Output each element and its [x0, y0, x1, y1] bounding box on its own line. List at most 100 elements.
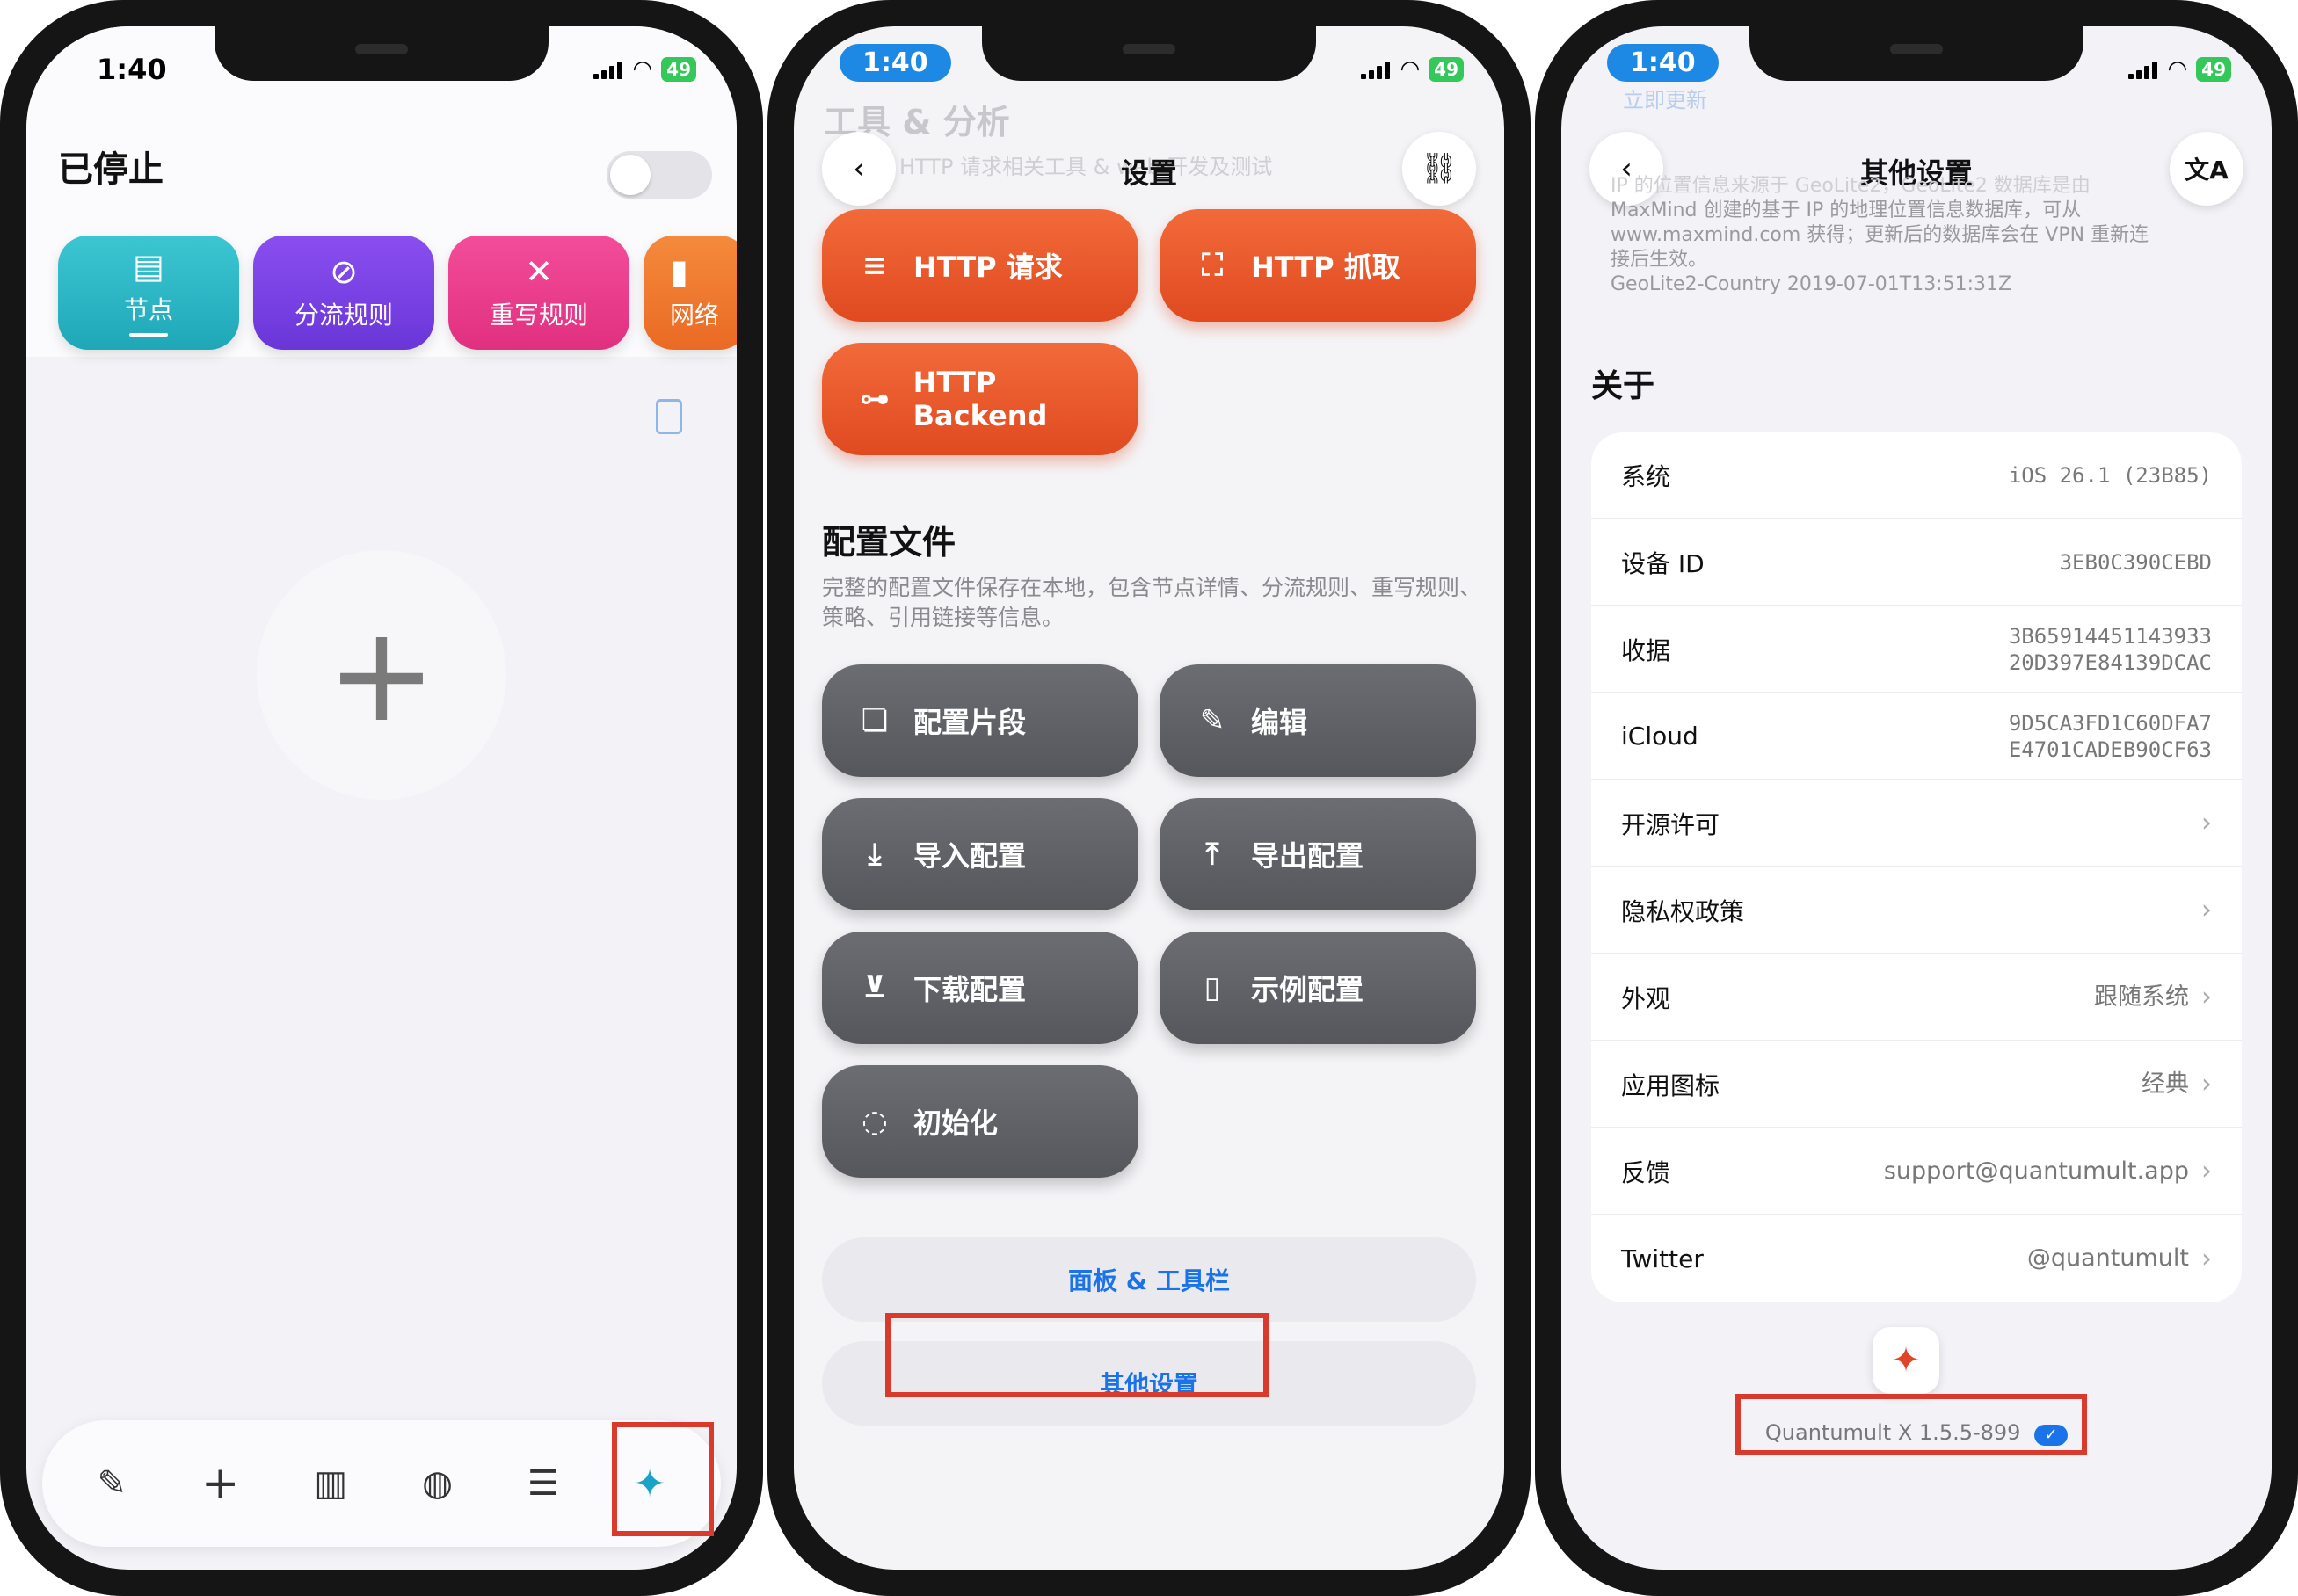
tray-download-icon: ⊻	[862, 970, 887, 1005]
section-title: 配置文件	[822, 523, 956, 562]
battery-icon: 49	[2196, 57, 2231, 82]
row-label: 开源许可	[1621, 809, 1720, 839]
signal-icon	[2128, 60, 2158, 79]
row-label: iCloud	[1621, 722, 1698, 751]
highlight-box-other-settings	[885, 1313, 1269, 1397]
capture-icon: ⛶	[1202, 248, 1223, 283]
download-config-button[interactable]: ⊻ 下载配置	[822, 932, 1138, 1044]
row-value: support@quantumult.app	[1883, 1157, 2189, 1185]
row-twitter[interactable]: Twitter @quantumult ›	[1591, 1215, 2242, 1302]
chevron-right-icon: ›	[2201, 1243, 2212, 1274]
chevron-right-icon: ›	[2201, 808, 2212, 838]
value-line: 9D5CA3FD1C60DFA7	[2008, 710, 2212, 736]
geo-text-line: IP 的位置信息来源于 GeoLite2，GeoLite2 数据库是由	[1611, 175, 2091, 197]
notch	[1749, 26, 2083, 81]
status-icons: ◠ 49	[2128, 56, 2231, 83]
document-icon: ▯	[1204, 970, 1221, 1005]
globe-icon[interactable]: ◍	[422, 1463, 453, 1504]
status-icons: ◠ 49	[593, 56, 696, 83]
row-system: 系统 iOS 26.1 (23B85)	[1591, 432, 2242, 519]
geo-text-line: www.maxmind.com 获得；更新后的数据库会在 VPN 重新连	[1611, 224, 2149, 246]
phone-home: 1:40 ◠ 49 已停止 ▤ 节点 ⊘ 分流规则 ✕ 重写规则 ▮ 网络 + …	[0, 0, 763, 1596]
log-icon[interactable]	[656, 399, 682, 434]
app-logo: ✦	[1873, 1327, 1939, 1394]
value-line: 3B65914451143933	[2008, 623, 2212, 649]
value-line: 20D397E84139DCAC	[2008, 649, 2212, 675]
button-label: 配置片段	[913, 706, 1027, 739]
http-capture-button[interactable]: ⛶ HTTP 抓取	[1160, 209, 1476, 322]
row-appearance[interactable]: 外观 跟随系统 ›	[1591, 954, 2242, 1041]
chip-rewrite-rules[interactable]: ✕ 重写规则	[448, 236, 629, 350]
edit-icon: ✎	[1199, 703, 1225, 738]
chip-nodes[interactable]: ▤ 节点	[58, 236, 239, 350]
server-icon: ▤	[133, 247, 164, 286]
tools-icon: ✕	[525, 252, 553, 291]
row-licenses[interactable]: 开源许可 ›	[1591, 780, 2242, 867]
config-snippet-button[interactable]: ❏ 配置片段	[822, 664, 1138, 777]
chevron-right-icon: ›	[2201, 895, 2212, 925]
row-app-icon[interactable]: 应用图标 经典 ›	[1591, 1041, 2242, 1128]
geo-version: GeoLite2-Country 2019-07-01T13:51:31Z	[1611, 273, 2012, 295]
wifi-icon: ◠	[632, 56, 653, 83]
highlight-box-logo	[612, 1422, 714, 1536]
button-label: HTTP 抓取	[1251, 250, 1400, 284]
value-line: E4701CADEB90CF63	[2008, 736, 2212, 762]
row-value: @quantumult	[2026, 1244, 2189, 1272]
export-config-button[interactable]: ⤒ 导出配置	[1160, 798, 1476, 910]
row-receipt: 收据 3B65914451143933 20D397E84139DCAC	[1591, 606, 2242, 693]
plus-icon: +	[326, 598, 437, 751]
row-device-id: 设备 ID 3EB0C390CEBD	[1591, 519, 2242, 606]
row-value: iOS 26.1 (23B85)	[2008, 462, 2212, 488]
button-label: 下载配置	[913, 973, 1027, 1006]
plus-icon[interactable]: +	[201, 1457, 240, 1510]
status-icons: ◠ 49	[1361, 56, 1464, 83]
chip-filter-rules[interactable]: ⊘ 分流规则	[253, 236, 434, 350]
list-icon: ≡	[862, 248, 888, 283]
row-label: Twitter	[1621, 1244, 1704, 1273]
http-request-button[interactable]: ≡ HTTP 请求	[822, 209, 1138, 322]
vpn-toggle[interactable]	[607, 151, 712, 199]
battery-icon: 49	[661, 57, 696, 82]
filter-icon: ⊘	[330, 252, 358, 291]
highlight-box-version	[1735, 1394, 2087, 1455]
list-icon[interactable]: ☰	[527, 1463, 559, 1504]
reset-button[interactable]: ◌ 初始化	[822, 1065, 1138, 1178]
chip-label: 节点	[123, 295, 173, 324]
other-settings-screen: 1:40 ◠ 49 立即更新 ‹ 其他设置 文A IP 的位置信息来源于 Geo…	[1561, 26, 2272, 1570]
button-label: 导入配置	[913, 839, 1027, 873]
edit-button[interactable]: ✎ 编辑	[1160, 664, 1476, 777]
about-header: 关于	[1591, 368, 1655, 404]
network-icon: ⊶	[859, 381, 890, 417]
row-feedback[interactable]: 反馈 support@quantumult.app ›	[1591, 1128, 2242, 1215]
stats-icon[interactable]: ▥	[314, 1463, 347, 1504]
row-value: 3EB0C390CEBD	[2059, 549, 2212, 575]
sample-config-button[interactable]: ▯ 示例配置	[1160, 932, 1476, 1044]
geo-text-line: 接后生效。	[1611, 249, 1708, 271]
notch	[982, 26, 1316, 81]
chip-network[interactable]: ▮ 网络	[644, 236, 737, 350]
button-label: 初始化	[913, 1106, 999, 1140]
row-privacy[interactable]: 隐私权政策 ›	[1591, 867, 2242, 954]
compose-icon[interactable]: ✎	[97, 1463, 127, 1504]
panel-toolbar-button[interactable]: 面板 & 工具栏	[822, 1237, 1476, 1322]
signal-icon	[593, 60, 623, 79]
status-time: 1:40	[1607, 44, 1719, 82]
chip-label: 分流规则	[294, 301, 393, 330]
chevron-right-icon: ›	[2201, 1069, 2212, 1099]
button-label: 示例配置	[1251, 973, 1364, 1006]
battery-icon: 49	[1429, 57, 1464, 82]
import-config-button[interactable]: ⤓ 导入配置	[822, 798, 1138, 910]
notch	[215, 26, 549, 81]
about-list: 系统 iOS 26.1 (23B85) 设备 ID 3EB0C390CEBD 收据 3…	[1591, 432, 2242, 1302]
chevron-right-icon: ›	[2201, 1156, 2212, 1186]
http-backend-button[interactable]: ⊶ HTTP Backend	[822, 343, 1138, 455]
button-label: 编辑	[1251, 706, 1308, 739]
add-node-button[interactable]: +	[257, 550, 506, 800]
status-time: 1:40	[840, 44, 951, 82]
status-time: 1:40	[97, 53, 167, 86]
import-icon: ⤓	[868, 837, 882, 872]
doc-icon: ▮	[670, 252, 688, 291]
row-value: 3B65914451143933 20D397E84139DCAC	[2009, 623, 2212, 676]
chip-label: 网络	[670, 301, 720, 330]
link-button[interactable]: ⛓	[1402, 132, 1476, 206]
